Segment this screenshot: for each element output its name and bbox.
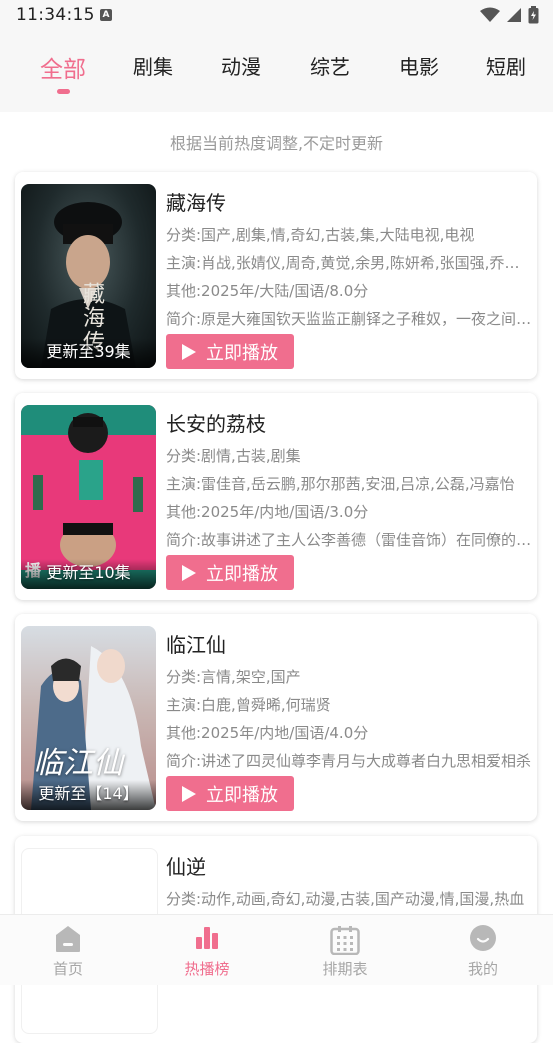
play-label: 立即播放 bbox=[206, 342, 278, 364]
play-now-button[interactable]: 立即播放 bbox=[166, 555, 294, 590]
nav-schedule-label: 排期表 bbox=[322, 960, 368, 978]
active-tab-indicator bbox=[57, 89, 70, 94]
play-label: 立即播放 bbox=[206, 563, 278, 585]
poster-image[interactable]: 藏海传 更新至39集 bbox=[21, 184, 156, 368]
status-time: 11:34:15 bbox=[16, 5, 95, 25]
tab-variety[interactable]: 综艺 bbox=[310, 51, 350, 80]
item-intro: 简介:故事讲述了主人公李善德（雷佳音饰）在同僚的欺压下 bbox=[166, 531, 534, 549]
nav-hot-list[interactable]: 热播榜 bbox=[157, 915, 257, 985]
item-intro: 简介:讲述了四灵仙尊李青月与大成尊者白九思相爱相杀 bbox=[166, 752, 532, 770]
list-item[interactable]: 藏海传 更新至39集 藏海传 分类:国产,剧集,情,奇幻,古装,集,大陆电视,电… bbox=[15, 172, 537, 379]
nav-home-label: 首页 bbox=[52, 960, 83, 978]
item-intro: 简介:原是大雍国钦天监监正蒯铎之子稚奴，一夜之间家破人亡 bbox=[166, 310, 534, 328]
play-now-button[interactable]: 立即播放 bbox=[166, 334, 294, 369]
item-category: 分类:动作,动画,奇幻,动漫,古装,国产动漫,情,国漫,热血 bbox=[166, 890, 525, 908]
poster-image[interactable]: 播 更新至10集 bbox=[21, 405, 156, 589]
play-icon bbox=[182, 564, 196, 581]
tab-movies[interactable]: 电影 bbox=[399, 51, 439, 80]
nav-home[interactable]: 首页 bbox=[18, 915, 118, 985]
battery-icon bbox=[528, 6, 539, 24]
item-cast: 主演:肖战,张婧仪,周奇,黄觉,余男,陈妍希,张国强,乔振宇 bbox=[166, 254, 534, 272]
update-badge: 更新至10集 bbox=[46, 563, 131, 582]
item-other: 其他:2025年/大陆/国语/8.0分 bbox=[166, 282, 369, 300]
list-item[interactable]: 临江仙 更新至【14】 临江仙 分类:言情,架空,国产 主演:白鹿,曾舜晞,何瑞… bbox=[15, 614, 537, 821]
update-badge: 更新至39集 bbox=[46, 342, 131, 361]
tab-all[interactable]: 全部 bbox=[40, 50, 86, 84]
item-other: 其他:2025年/内地/国语/4.0分 bbox=[166, 724, 369, 742]
item-cast: 主演:白鹿,曾舜晞,何瑞贤 bbox=[166, 696, 331, 714]
item-category: 分类:剧情,古装,剧集 bbox=[166, 447, 301, 465]
chart-icon bbox=[196, 927, 218, 949]
poster-title: 临江仙 bbox=[33, 746, 123, 781]
list-subtitle: 根据当前热度调整,不定时更新 bbox=[169, 134, 384, 153]
play-icon bbox=[182, 785, 196, 802]
update-badge: 更新至【14】 bbox=[38, 784, 139, 803]
profile-icon bbox=[470, 925, 496, 951]
tab-series[interactable]: 剧集 bbox=[133, 51, 173, 80]
status-bar: 11:34:15 A bbox=[0, 0, 553, 32]
item-title[interactable]: 长安的荔枝 bbox=[166, 408, 266, 437]
nav-hot-list-label: 热播榜 bbox=[184, 960, 230, 978]
nav-schedule[interactable]: 排期表 bbox=[295, 915, 395, 985]
nav-profile[interactable]: 我的 bbox=[433, 915, 533, 985]
home-icon bbox=[56, 926, 80, 952]
item-category: 分类:国产,剧集,情,奇幻,古装,集,大陆电视,电视 bbox=[166, 226, 475, 244]
list-item[interactable]: 播 更新至10集 长安的荔枝 分类:剧情,古装,剧集 主演:雷佳音,岳云鹏,那尔… bbox=[15, 393, 537, 600]
item-title[interactable]: 临江仙 bbox=[166, 629, 226, 658]
calendar-icon bbox=[330, 926, 360, 955]
item-title[interactable]: 藏海传 bbox=[166, 187, 226, 216]
item-other: 其他:2025年/内地/国语/3.0分 bbox=[166, 503, 369, 521]
poster-image[interactable]: 临江仙 更新至【14】 bbox=[21, 626, 156, 810]
item-cast: 主演:雷佳音,岳云鹏,那尔那茜,安沺,吕凉,公磊,冯嘉怡 bbox=[166, 475, 515, 493]
signal-icon bbox=[507, 8, 521, 22]
tab-anime[interactable]: 动漫 bbox=[221, 51, 261, 80]
play-now-button[interactable]: 立即播放 bbox=[166, 776, 294, 811]
status-icons bbox=[480, 6, 539, 24]
play-label: 立即播放 bbox=[206, 784, 278, 806]
tab-short-drama[interactable]: 短剧 bbox=[486, 51, 526, 80]
nav-profile-label: 我的 bbox=[467, 960, 498, 978]
wifi-icon bbox=[480, 7, 500, 22]
play-icon bbox=[182, 343, 196, 360]
bottom-navigation: 首页 热播榜 排期表 我的 bbox=[0, 914, 553, 985]
notification-a-icon: A bbox=[100, 9, 112, 21]
category-tabs: 全部 剧集 动漫 综艺 电影 短剧 bbox=[0, 32, 553, 112]
item-category: 分类:言情,架空,国产 bbox=[166, 668, 301, 686]
item-title[interactable]: 仙逆 bbox=[166, 851, 206, 880]
